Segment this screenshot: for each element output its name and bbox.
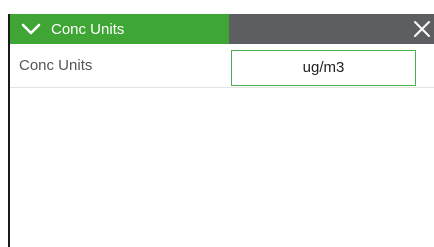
chevron-down-icon (21, 23, 41, 35)
panel-collapse-toggle[interactable]: Conc Units (10, 14, 229, 44)
setting-row-conc-units: Conc Units ug/m3 (10, 44, 434, 88)
conc-units-value-field[interactable]: ug/m3 (231, 50, 416, 86)
close-icon[interactable] (412, 19, 432, 39)
panel-title: Conc Units (51, 20, 125, 38)
conc-units-panel: Conc Units Conc Units ug/m3 (8, 14, 434, 247)
panel-header-bar (229, 14, 434, 44)
panel-header: Conc Units (10, 14, 434, 44)
conc-units-label: Conc Units (19, 57, 93, 74)
